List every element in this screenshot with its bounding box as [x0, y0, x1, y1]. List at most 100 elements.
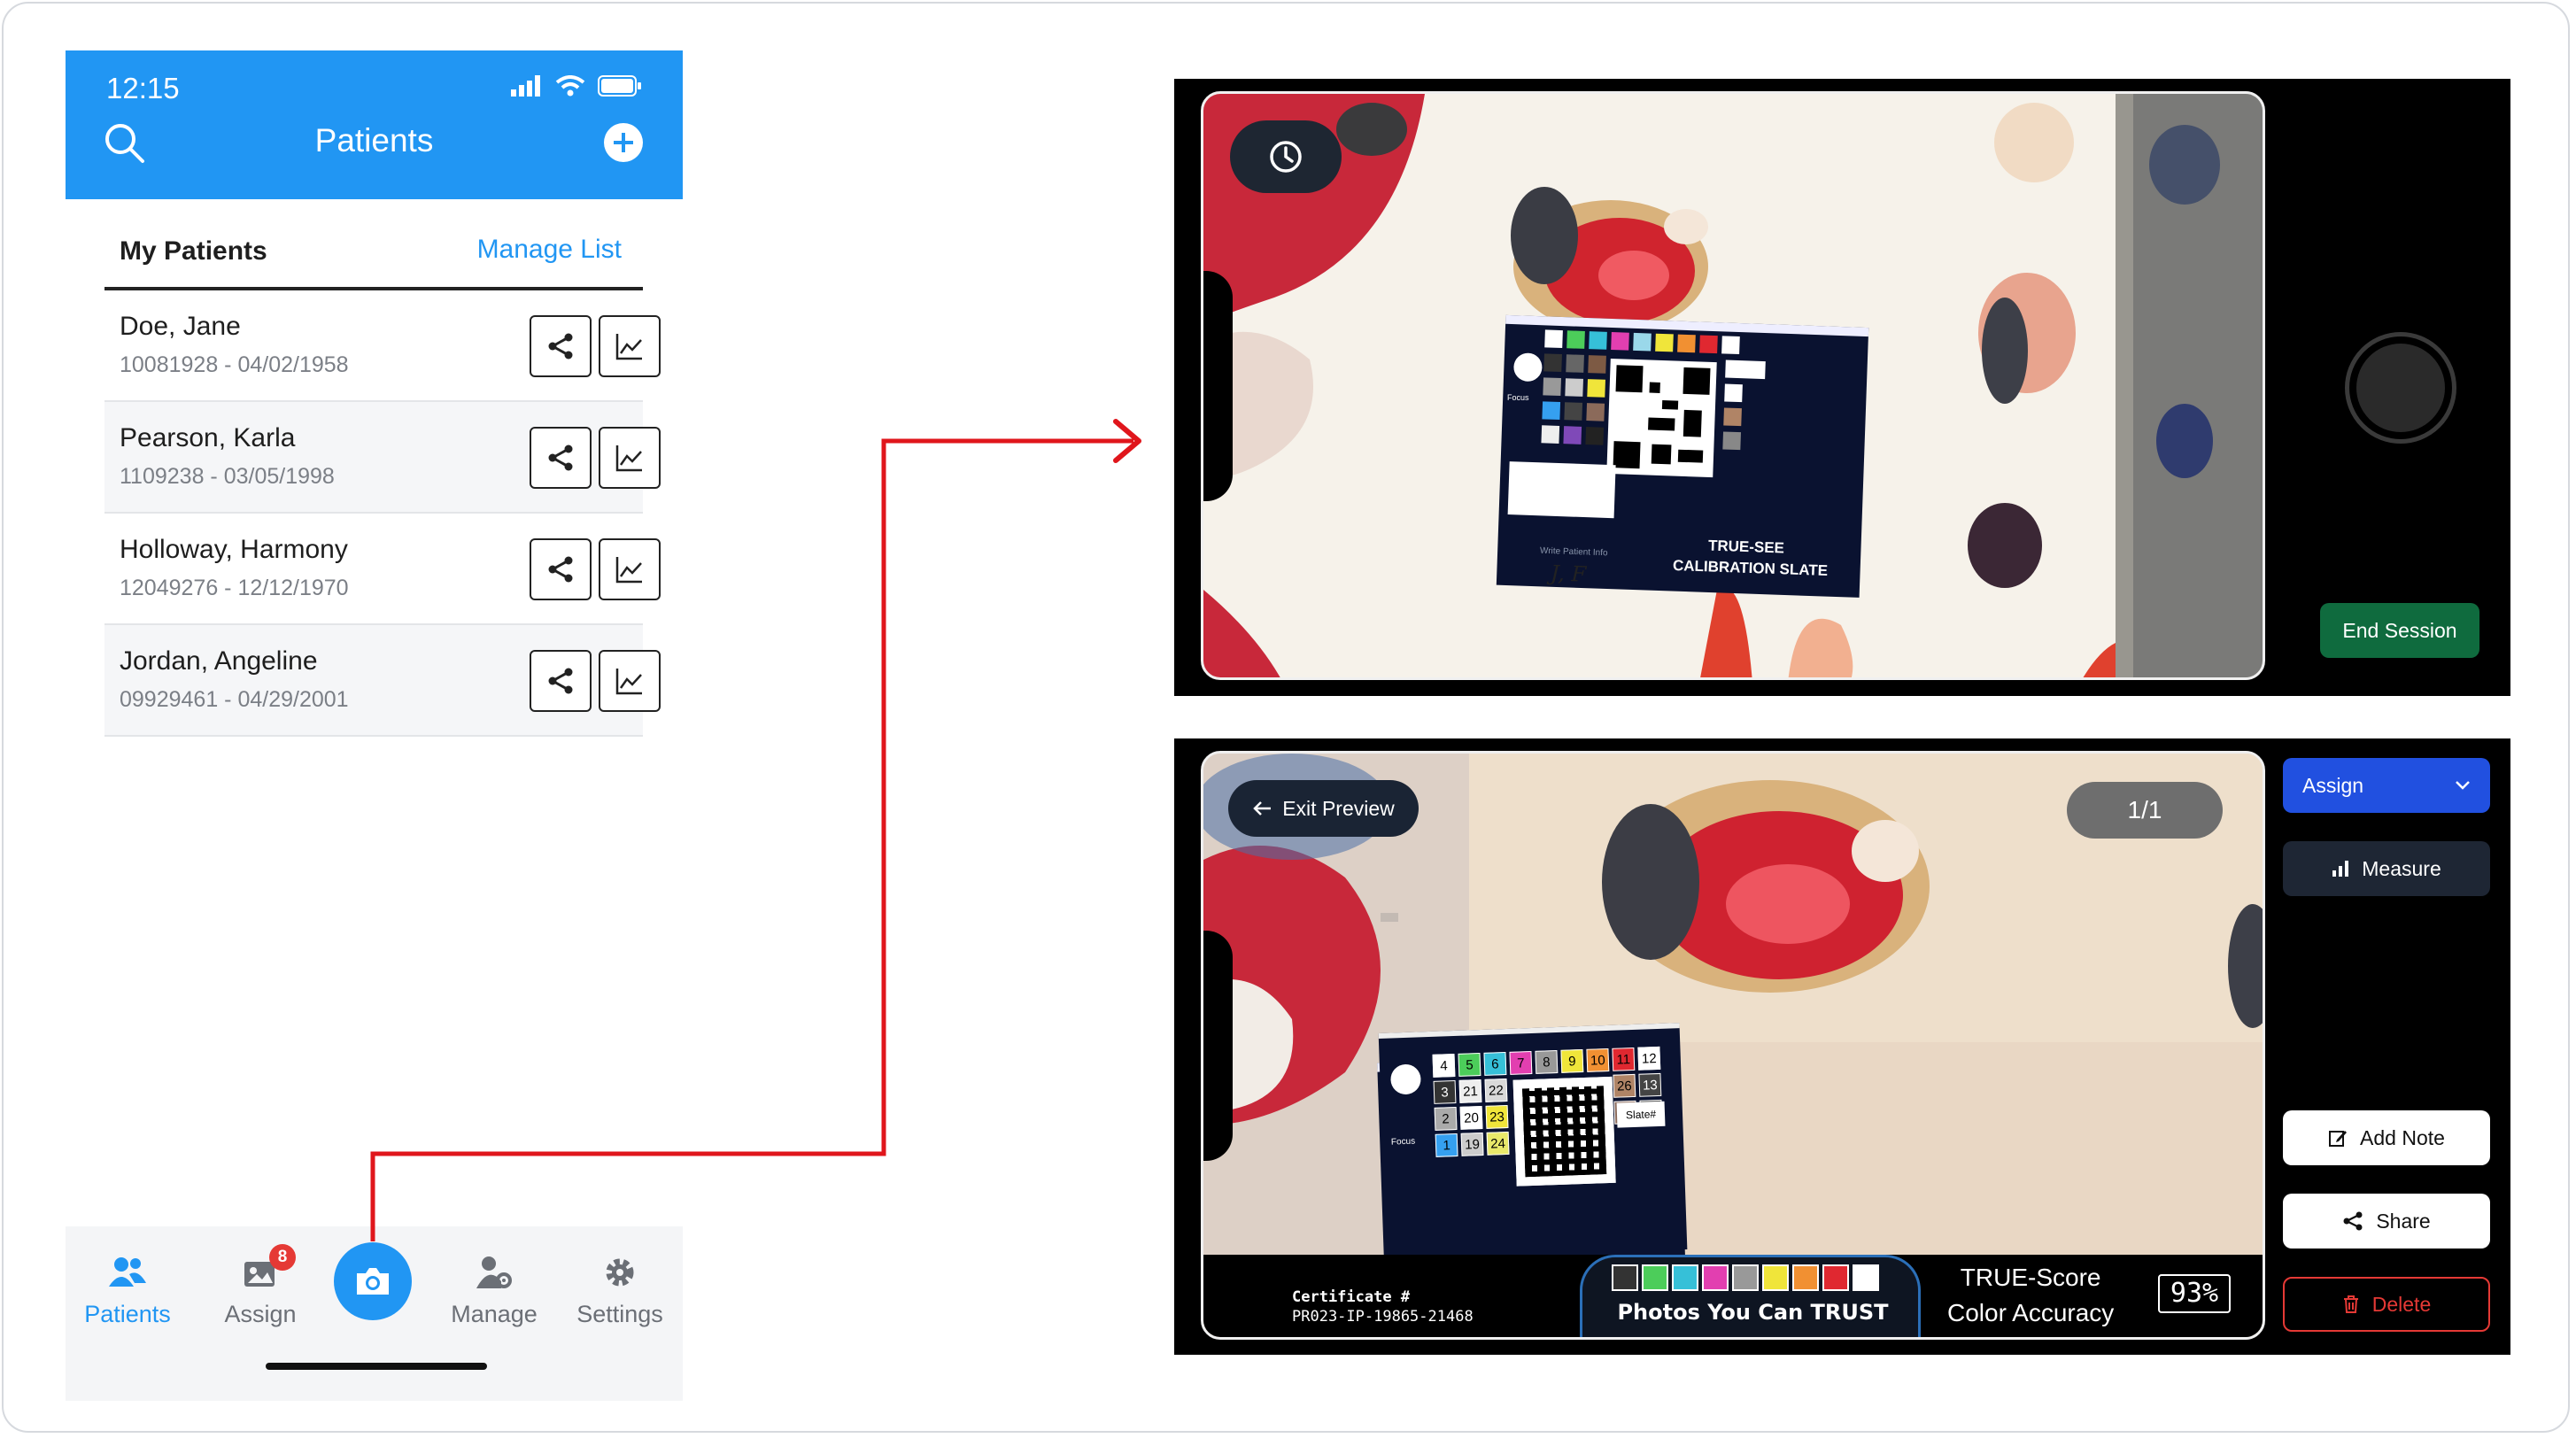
slate-swatch: 20 — [1459, 1105, 1483, 1130]
color-swatches — [1612, 1264, 1879, 1291]
list-heading: My Patients — [120, 236, 267, 266]
exit-preview-button[interactable]: Exit Preview — [1228, 780, 1419, 837]
slate-brand: Focus — [1390, 1136, 1416, 1148]
patient-name: Holloway, Harmony — [120, 535, 348, 564]
certificate-block: Certificate # PR023-IP-19865-21468 — [1292, 1288, 1474, 1326]
slate-swatch: 11 — [1612, 1047, 1636, 1071]
tab-label: Patients — [84, 1301, 171, 1327]
slate-swatch: 12 — [1637, 1046, 1661, 1071]
history-button[interactable] — [1230, 120, 1342, 193]
dynamic-island — [1203, 931, 1233, 1161]
line-chart-icon — [615, 557, 642, 584]
slate-swatch: 10 — [1586, 1048, 1610, 1072]
user-gear-icon — [476, 1256, 512, 1288]
patient-row[interactable]: Jordan, Angeline 09929461 - 04/29/2001 — [104, 625, 661, 737]
slate-swatch: 21 — [1458, 1078, 1482, 1103]
capture-screen: TRUE-SEE CALIBRATION SLATE Focus Write P… — [1174, 79, 2510, 696]
certificate-label: Certificate # — [1292, 1288, 1411, 1306]
measure-label: Measure — [2362, 856, 2441, 880]
share-icon — [2343, 1211, 2363, 1231]
slate-swatch: 9 — [1560, 1048, 1584, 1073]
manage-list-link[interactable]: Manage List — [477, 235, 622, 265]
slate-swatch: 3 — [1433, 1080, 1457, 1104]
bar-chart-icon — [2332, 861, 2349, 877]
certificate-bar: Certificate # PR023-IP-19865-21468 Photo… — [1203, 1255, 2263, 1337]
line-chart-icon — [615, 334, 642, 360]
focus-target-icon — [1389, 1063, 1422, 1095]
trash-icon — [2343, 1295, 2358, 1313]
slate-qr-code — [1512, 1076, 1616, 1187]
patient-info: 10081928 - 04/02/1958 — [120, 352, 349, 377]
preview-screen: Focus 4567891011123212226132202325141192… — [1174, 738, 2510, 1355]
edit-icon — [2329, 1131, 2348, 1147]
patient-name: Doe, Jane — [120, 312, 241, 341]
patient-row[interactable]: Holloway, Harmony 12049276 - 12/12/1970 — [104, 514, 661, 625]
add-patient-button[interactable] — [602, 121, 645, 164]
score-sublabel: Color Accuracy — [1947, 1299, 2115, 1326]
patient-info: 09929461 - 04/29/2001 — [120, 687, 349, 712]
chevron-down-icon — [2456, 781, 2470, 790]
chart-patient-button[interactable] — [599, 427, 661, 489]
slate-swatch: 13 — [1638, 1072, 1662, 1097]
tab-bar: Patients 8 Assign Manage Settings — [66, 1226, 683, 1401]
shutter-button[interactable] — [2345, 332, 2456, 444]
end-session-button[interactable]: End Session — [2320, 603, 2479, 658]
slate-swatch: 24 — [1486, 1131, 1510, 1156]
patient-row[interactable]: Pearson, Karla 1109238 - 03/05/1998 — [104, 402, 661, 514]
share-patient-button[interactable] — [530, 427, 592, 489]
assign-badge: 8 — [269, 1244, 296, 1271]
signal-icon — [511, 75, 540, 97]
dynamic-island — [1203, 271, 1233, 501]
calibration-slate: Focus 4567891011123212226132202325141192… — [1378, 1023, 1688, 1260]
slate-swatch: 2 — [1434, 1106, 1458, 1131]
battery-icon — [598, 75, 641, 97]
camera-viewfinder[interactable]: TRUE-SEE CALIBRATION SLATE Focus Write P… — [1201, 91, 2265, 680]
wifi-icon — [555, 75, 585, 97]
slate-swatch: 23 — [1485, 1104, 1509, 1129]
share-label: Share — [2376, 1209, 2431, 1233]
patient-row[interactable]: Doe, Jane 10081928 - 04/02/1958 — [104, 290, 661, 402]
delete-label: Delete — [2371, 1292, 2432, 1316]
assign-dropdown[interactable]: Assign — [2283, 758, 2490, 813]
true-score: TRUE-Score Color Accuracy — [1947, 1260, 2114, 1331]
patient-name: Jordan, Angeline — [120, 646, 318, 676]
camera-feed-image — [1203, 94, 2263, 677]
share-patient-button[interactable] — [530, 538, 592, 600]
slate-swatch: 6 — [1483, 1052, 1507, 1076]
shutter-inner — [2356, 344, 2445, 432]
gear-icon — [606, 1258, 634, 1287]
wound-photo-image — [1203, 754, 2263, 1337]
chart-patient-button[interactable] — [599, 650, 661, 712]
measure-button[interactable]: Measure — [2283, 841, 2490, 896]
share-button[interactable]: Share — [2283, 1194, 2490, 1249]
chart-patient-button[interactable] — [599, 538, 661, 600]
score-value: 93% — [2158, 1274, 2231, 1313]
camera-button[interactable] — [334, 1242, 412, 1320]
tab-patients[interactable]: Patients — [66, 1251, 190, 1328]
share-patient-button[interactable] — [530, 315, 592, 377]
plus-circle-icon — [604, 123, 643, 162]
list-header: My Patients Manage List — [104, 199, 643, 290]
assign-label: Assign — [2302, 773, 2364, 797]
slate-swatch: 5 — [1458, 1053, 1481, 1077]
trust-badge: Photos You Can TRUST — [1580, 1255, 1921, 1337]
people-icon — [109, 1257, 146, 1287]
certificate-id: PR023-IP-19865-21468 — [1292, 1308, 1474, 1326]
slate-swatch: 1 — [1435, 1133, 1458, 1157]
share-icon — [548, 445, 573, 471]
add-note-button[interactable]: Add Note — [2283, 1110, 2490, 1165]
photo-preview: Focus 4567891011123212226132202325141192… — [1201, 751, 2265, 1340]
tab-settings[interactable]: Settings — [558, 1251, 682, 1328]
chart-patient-button[interactable] — [599, 315, 661, 377]
tab-label: Assign — [224, 1301, 297, 1327]
status-time: 12:15 — [106, 72, 180, 104]
page-title: Patients — [314, 122, 434, 158]
tab-label: Settings — [576, 1301, 663, 1327]
tab-manage[interactable]: Manage — [432, 1251, 556, 1328]
share-patient-button[interactable] — [530, 650, 592, 712]
tab-assign[interactable]: 8 Assign — [198, 1244, 322, 1328]
status-icons — [511, 75, 642, 97]
delete-button[interactable]: Delete — [2283, 1277, 2490, 1332]
add-note-label: Add Note — [2360, 1125, 2445, 1149]
slate-swatch: 4 — [1432, 1054, 1456, 1078]
